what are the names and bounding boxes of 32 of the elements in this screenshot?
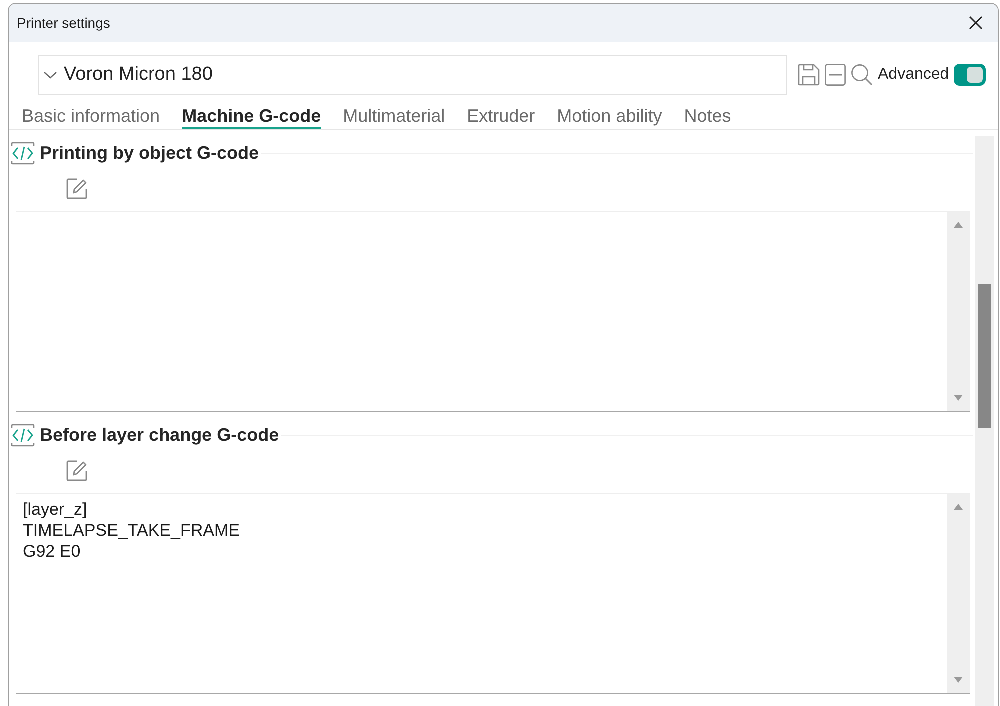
scrollbar[interactable] <box>947 494 970 693</box>
close-icon <box>969 16 983 30</box>
edit-icon[interactable] <box>66 460 88 482</box>
preset-name: Voron Micron 180 <box>64 62 213 87</box>
tab[interactable]: Machine G-code <box>182 105 322 129</box>
scrollbar[interactable] <box>947 212 970 411</box>
caret-icon <box>44 72 57 78</box>
window-title: Printer settings <box>17 14 110 33</box>
tab[interactable]: Multimaterial <box>343 105 446 129</box>
section-title: Before layer change G-code <box>40 424 280 447</box>
code-icon <box>11 142 35 164</box>
down-arrow-icon[interactable] <box>954 395 963 401</box>
preset-dropdown[interactable]: Voron Micron 180 <box>38 55 787 95</box>
scrollbar-thumb[interactable] <box>978 284 991 428</box>
search-icon[interactable] <box>851 64 873 86</box>
code-icon <box>11 424 35 446</box>
down-arrow-icon[interactable] <box>954 677 963 683</box>
tab[interactable]: Extruder <box>467 105 536 129</box>
tab[interactable]: Notes <box>684 105 732 129</box>
section-title: Printing by object G-code <box>40 142 260 165</box>
save-icon[interactable] <box>798 64 820 86</box>
advanced-toggle[interactable] <box>954 64 986 86</box>
up-arrow-icon[interactable] <box>954 504 963 510</box>
edit-icon[interactable] <box>66 178 88 200</box>
scrollbar[interactable] <box>975 136 994 706</box>
code-editor[interactable]: [layer_z] TIMELAPSE_TAKE_FRAME G92 E0 <box>16 493 970 694</box>
code-text: [layer_z] TIMELAPSE_TAKE_FRAME G92 E0 <box>23 499 241 562</box>
up-arrow-icon[interactable] <box>954 222 963 228</box>
tab[interactable]: Basic information <box>22 105 160 129</box>
tab[interactable]: Motion ability <box>557 105 662 129</box>
minus-box-icon[interactable] <box>825 64 846 86</box>
advanced-label: Advanced <box>878 65 950 85</box>
